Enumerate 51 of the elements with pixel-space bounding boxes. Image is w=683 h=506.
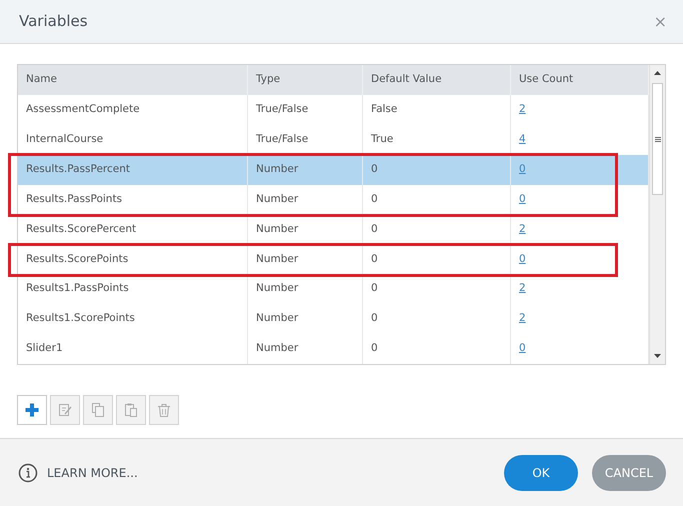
- use-count-link[interactable]: 0: [519, 192, 526, 208]
- table-cell-text: Number: [256, 192, 298, 207]
- use-count-link[interactable]: 2: [519, 102, 526, 118]
- use-count-link[interactable]: 2: [519, 311, 526, 328]
- table-cell-text: True: [371, 132, 394, 147]
- table-cell-text: Results.PassPercent: [26, 162, 130, 177]
- table-cell-text: Results.PassPoints: [26, 192, 122, 207]
- table-cell-text: True/False: [256, 132, 308, 147]
- use-count-link[interactable]: 0: [519, 252, 526, 268]
- table-cell-text: False: [371, 102, 398, 117]
- table-cell-text: Number: [256, 311, 298, 326]
- table-cell-text: 0: [371, 192, 378, 207]
- table-cell-text: 0: [371, 281, 378, 296]
- grip-icon: [654, 136, 660, 142]
- ok-button[interactable]: OK: [504, 454, 578, 490]
- plus-icon: [24, 402, 40, 418]
- table-cell-text: True/False: [256, 102, 308, 117]
- table-row[interactable]: Results.PassPercent Number 0 0: [18, 154, 649, 185]
- learn-more-link[interactable]: LEARN MORE...: [47, 464, 138, 482]
- window-title: Variables: [19, 11, 88, 32]
- scroll-up-icon[interactable]: [654, 71, 661, 75]
- scroll-thumb[interactable]: [652, 83, 663, 195]
- table-cell-text: Results1.PassPoints: [26, 281, 129, 296]
- table-cell-text: Number: [256, 162, 298, 177]
- edit-icon: [57, 402, 73, 418]
- use-count-link[interactable]: 4: [519, 132, 526, 148]
- table-cell-text: Number: [256, 341, 298, 356]
- table-cell-text: Results.ScorePercent: [26, 222, 136, 237]
- use-count-link[interactable]: 2: [519, 281, 526, 298]
- use-count-link[interactable]: 0: [519, 341, 526, 357]
- table-cell-text: Slider1: [26, 341, 63, 356]
- info-icon: [18, 462, 38, 482]
- scrollbar[interactable]: [649, 65, 665, 364]
- plus-button[interactable]: [17, 395, 47, 425]
- table-cell-text: 0: [371, 341, 378, 356]
- scroll-down-icon[interactable]: [654, 354, 661, 358]
- table-cell-text: Results1.ScorePoints: [26, 311, 135, 326]
- table-cell-text: 0: [371, 311, 378, 326]
- use-count-link[interactable]: 2: [519, 222, 526, 238]
- table-cell-text: 0: [371, 222, 378, 237]
- table-cell-text: 0: [371, 162, 378, 177]
- table-cell-text: InternalCourse: [26, 132, 104, 147]
- table-cell-text: AssessmentComplete: [26, 102, 140, 117]
- table-cell-text: Number: [256, 252, 298, 267]
- clipboard-icon: [123, 402, 139, 418]
- table-cell-text: 0: [371, 252, 378, 267]
- table-cell-text: Results.ScorePoints: [26, 252, 128, 267]
- copy-icon: [90, 402, 106, 418]
- trash-icon: [156, 402, 172, 418]
- table-cell-text: Number: [256, 222, 298, 237]
- table-cell-text: Number: [256, 281, 298, 296]
